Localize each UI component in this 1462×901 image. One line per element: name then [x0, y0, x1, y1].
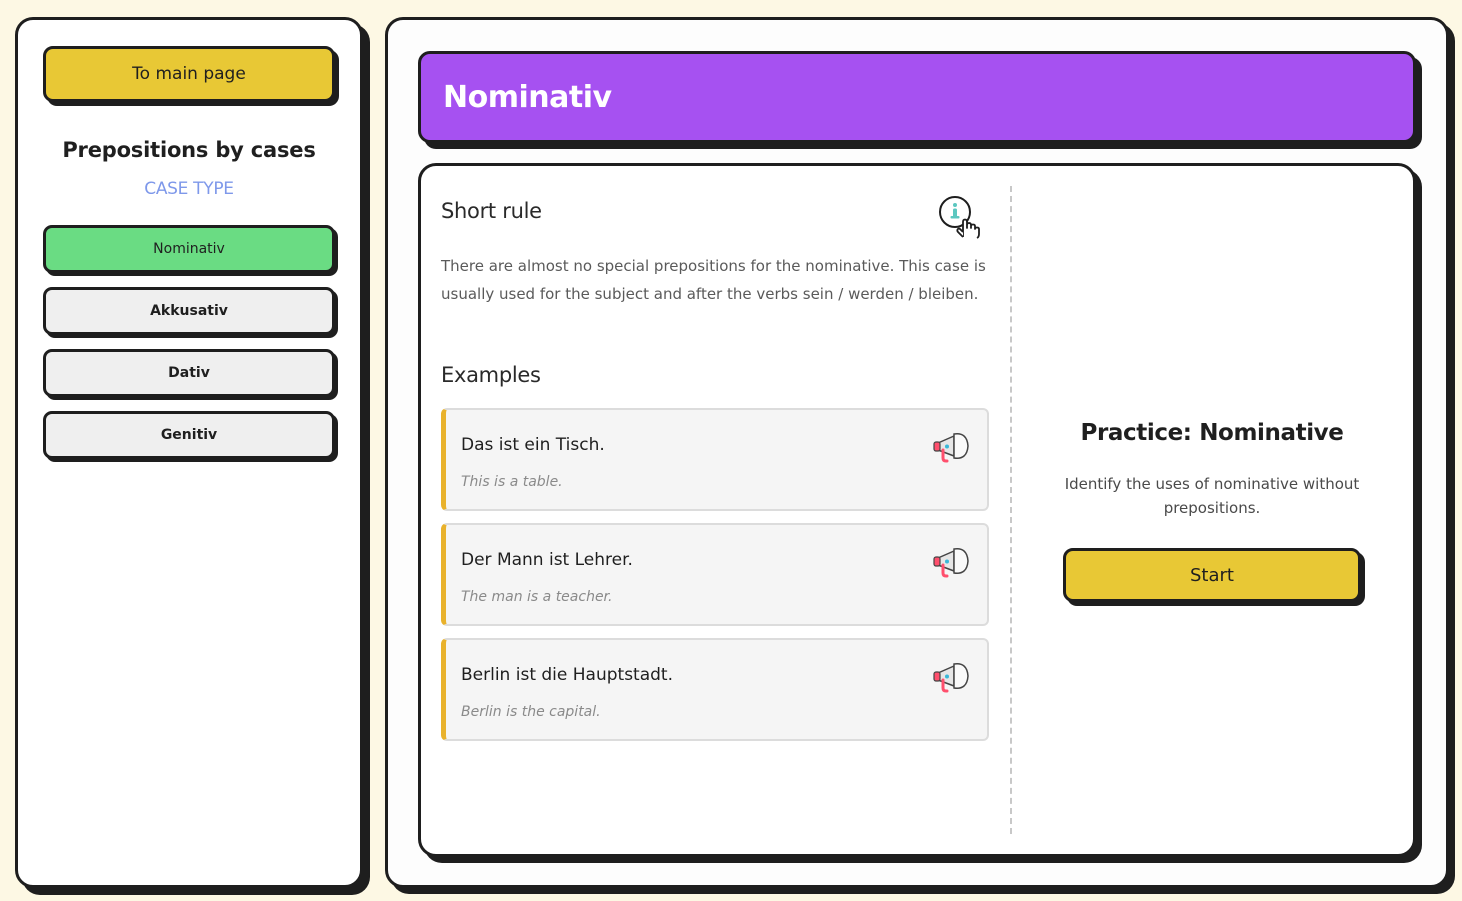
rule-text: There are almost no special prepositions…	[441, 257, 986, 303]
example-translation: Berlin is the capital.	[461, 704, 601, 720]
example-card: Das ist ein Tisch. This is a table.	[441, 408, 989, 511]
sidebar: To main page Prepositions by cases CASE …	[15, 17, 363, 888]
example-german: Der Mann ist Lehrer.	[461, 550, 633, 570]
example-german: Berlin ist die Hauptstadt.	[461, 665, 673, 685]
example-card: Der Mann ist Lehrer. The man is a teache…	[441, 523, 989, 626]
info-pointer-icon[interactable]	[937, 194, 983, 240]
page-title: Nominativ	[418, 51, 1416, 143]
case-button-akkusativ[interactable]: Akkusativ	[43, 287, 335, 335]
example-german: Das ist ein Tisch.	[461, 435, 605, 455]
main-panel: Nominativ Short rule There are almost no…	[385, 17, 1449, 888]
case-button-genitiv[interactable]: Genitiv	[43, 411, 335, 459]
megaphone-icon[interactable]	[932, 545, 972, 579]
examples-heading: Examples	[441, 363, 541, 387]
column-divider	[1010, 186, 1012, 834]
case-button-nominativ[interactable]: Nominativ	[43, 225, 335, 273]
start-button[interactable]: Start	[1063, 548, 1361, 602]
megaphone-icon[interactable]	[932, 660, 972, 694]
content-card: Short rule There are almost no special p…	[418, 163, 1416, 857]
short-rule-heading: Short rule	[441, 199, 542, 223]
practice-title: Practice: Nominative	[1080, 420, 1344, 446]
sidebar-title: Prepositions by cases	[62, 138, 316, 162]
example-translation: This is a table.	[461, 474, 563, 490]
example-card: Berlin ist die Hauptstadt. Berlin is the…	[441, 638, 989, 741]
sidebar-subtitle: CASE TYPE	[144, 179, 234, 199]
case-button-dativ[interactable]: Dativ	[43, 349, 335, 397]
example-translation: The man is a teacher.	[461, 589, 613, 605]
practice-description: Identify the uses of nominative without …	[1064, 475, 1360, 517]
main-page-button[interactable]: To main page	[43, 46, 335, 102]
megaphone-icon[interactable]	[932, 430, 972, 464]
